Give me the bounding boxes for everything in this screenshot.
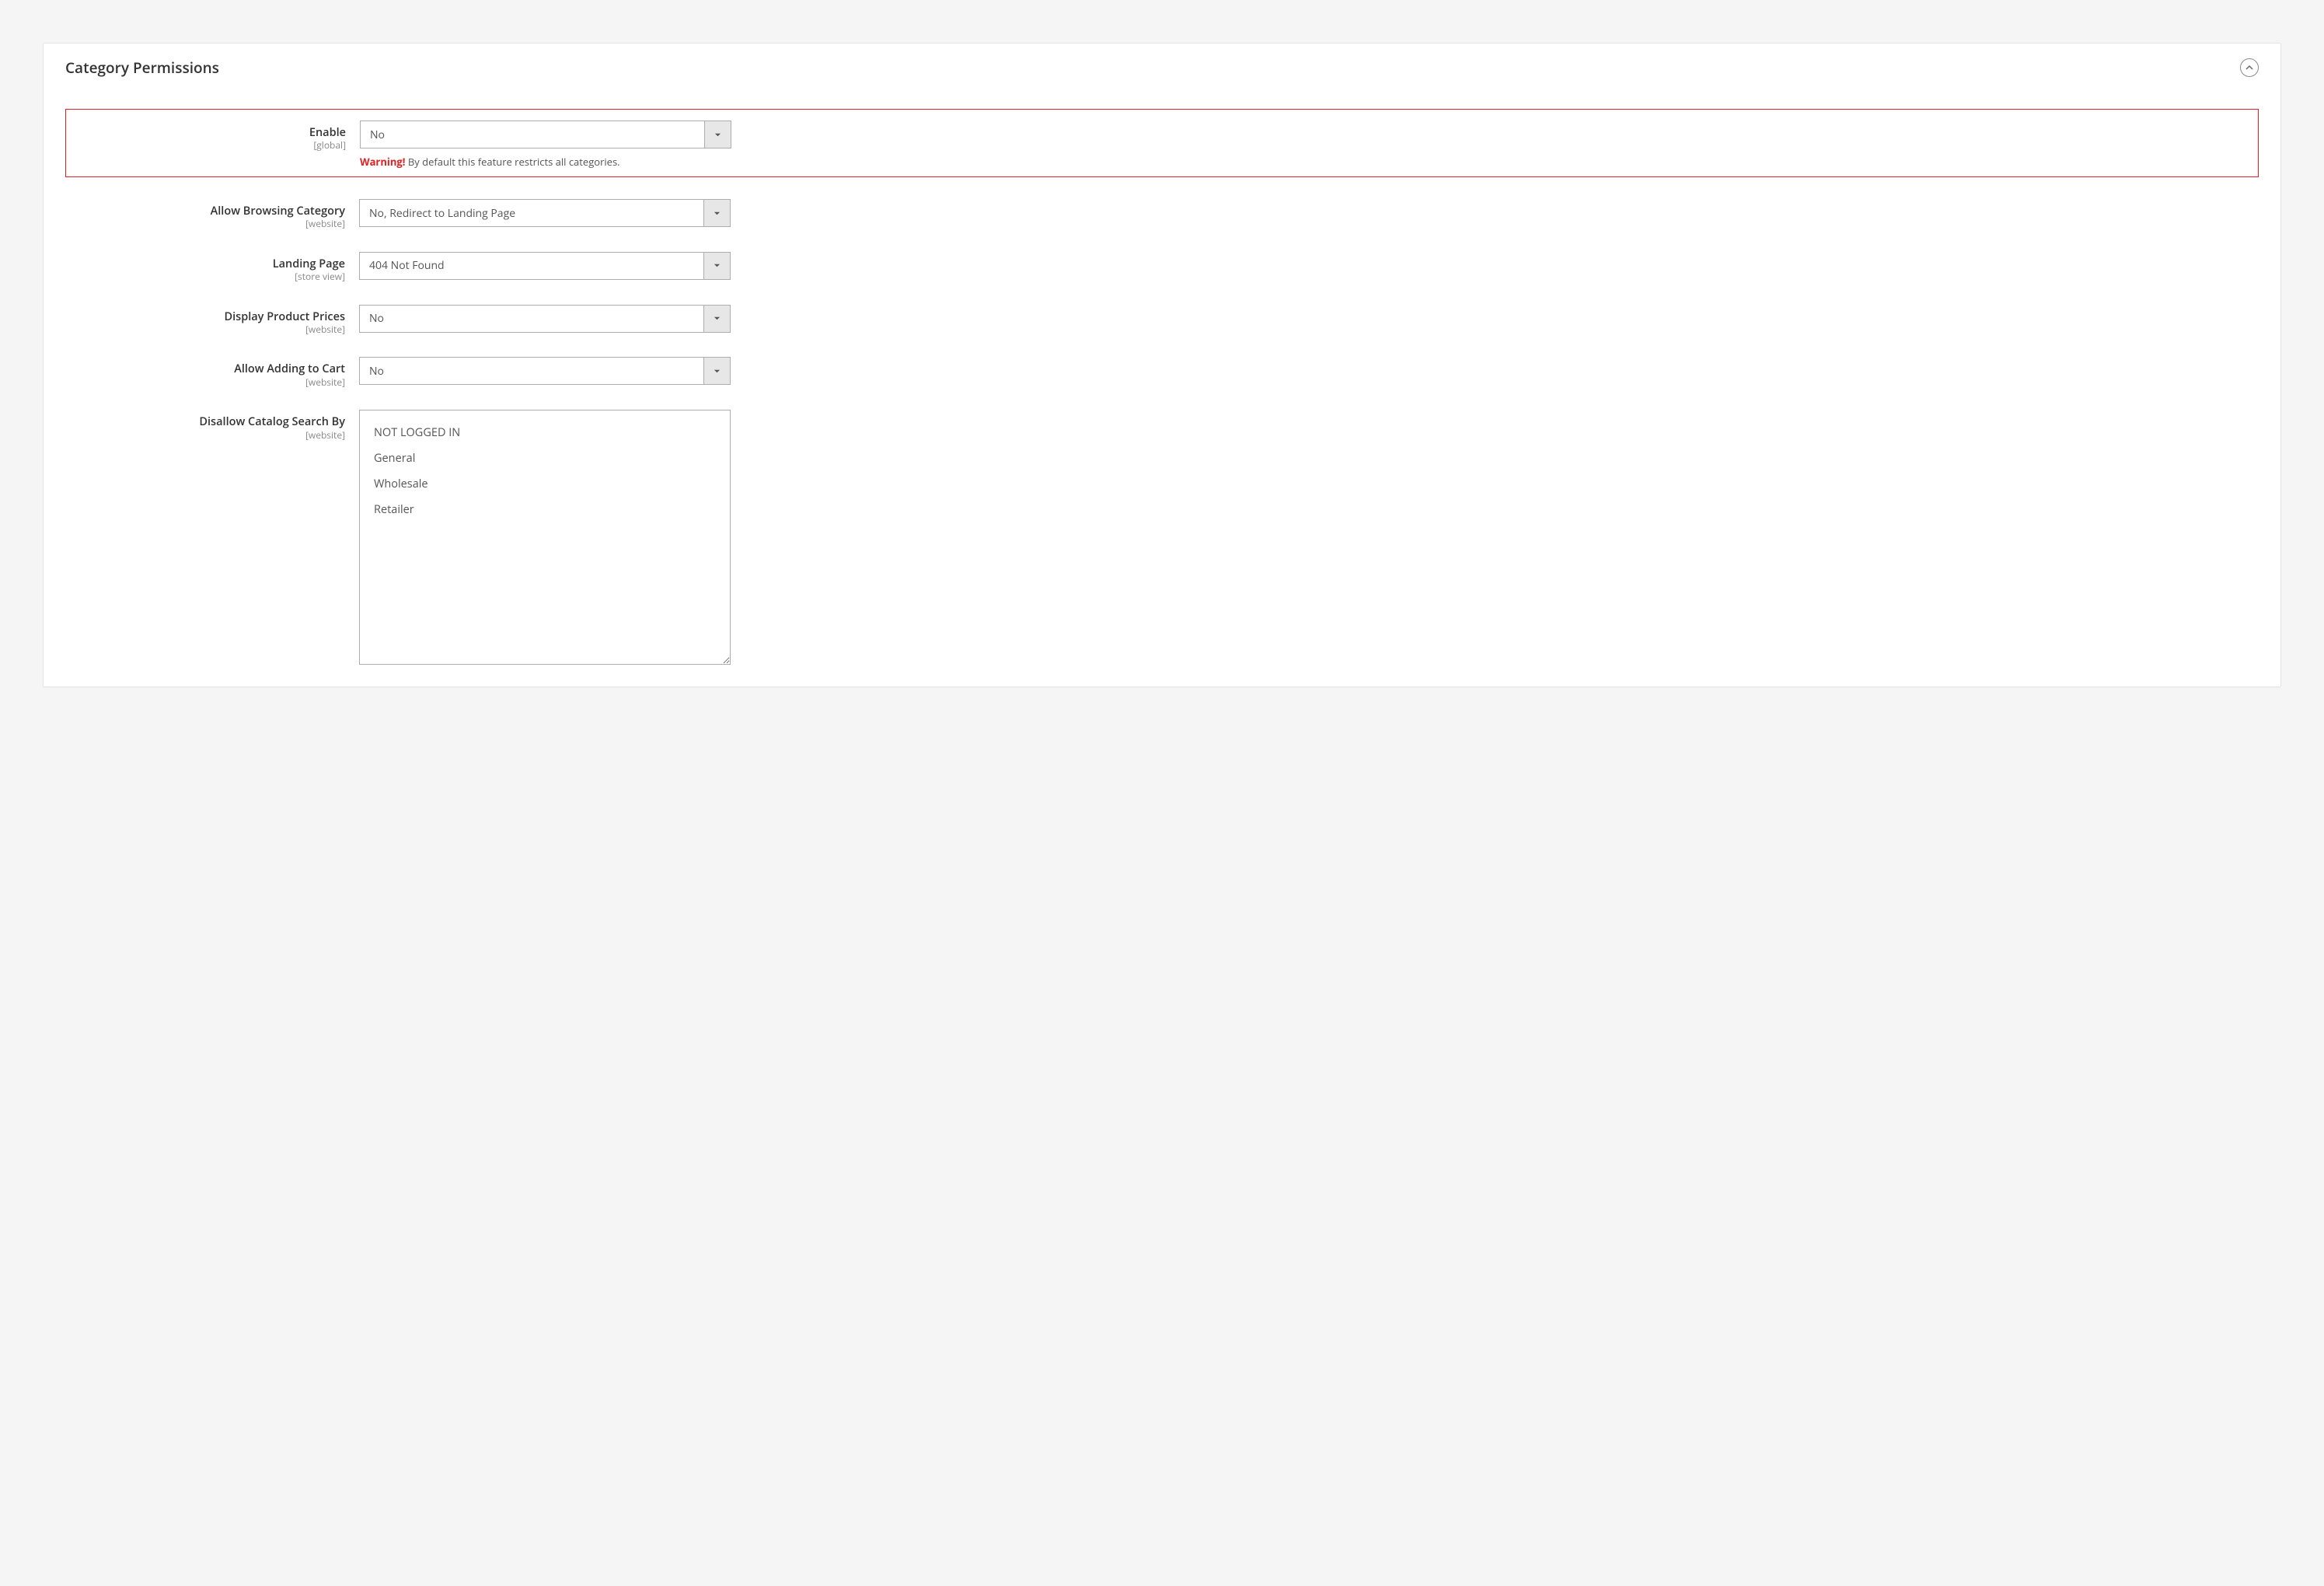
disallow-search-row: Disallow Catalog Search By [website] NOT… — [65, 410, 2259, 665]
display-prices-select[interactable]: No — [359, 305, 731, 333]
landing-page-label: Landing Page — [65, 257, 345, 271]
landing-page-select[interactable]: 404 Not Found — [359, 252, 731, 280]
disallow-search-control-col: NOT LOGGED IN General Wholesale Retailer — [359, 410, 731, 665]
multiselect-option[interactable]: Retailer — [374, 498, 716, 524]
allow-browsing-select-arrow — [703, 200, 730, 226]
panel-title: Category Permissions — [65, 58, 219, 78]
multiselect-option[interactable]: General — [374, 447, 716, 473]
allow-browsing-control-col: No, Redirect to Landing Page — [359, 199, 731, 227]
allow-add-cart-select-value: No — [360, 364, 703, 379]
allow-add-cart-select[interactable]: No — [359, 357, 731, 385]
enable-row-highlight: Enable [global] No Warning! By default t… — [65, 109, 2259, 177]
allow-add-cart-select-arrow — [703, 358, 730, 384]
category-permissions-panel: Category Permissions Enable [global] No … — [43, 43, 2281, 687]
display-prices-select-arrow — [703, 306, 730, 332]
allow-browsing-label: Allow Browsing Category — [65, 204, 345, 218]
display-prices-scope: [website] — [65, 324, 345, 335]
caret-down-icon — [714, 131, 721, 138]
disallow-search-label: Disallow Catalog Search By — [65, 415, 345, 428]
warning-label: Warning! — [360, 155, 405, 169]
collapse-button[interactable] — [2240, 58, 2259, 77]
allow-browsing-select-value: No, Redirect to Landing Page — [360, 206, 703, 221]
disallow-search-label-col: Disallow Catalog Search By [website] — [65, 410, 359, 441]
caret-down-icon — [714, 368, 721, 375]
display-prices-label: Display Product Prices — [65, 310, 345, 323]
chevron-up-icon — [2245, 64, 2253, 72]
enable-warning: Warning! By default this feature restric… — [360, 155, 731, 169]
allow-add-cart-control-col: No — [359, 357, 731, 385]
display-prices-select-value: No — [360, 311, 703, 326]
display-prices-row: Display Product Prices [website] No — [65, 305, 2259, 336]
caret-down-icon — [714, 262, 721, 269]
display-prices-label-col: Display Product Prices [website] — [65, 305, 359, 336]
landing-page-select-value: 404 Not Found — [360, 258, 703, 273]
multiselect-option[interactable]: Wholesale — [374, 473, 716, 498]
landing-page-select-arrow — [703, 253, 730, 279]
caret-down-icon — [714, 315, 721, 322]
enable-select[interactable]: No — [360, 121, 731, 148]
caret-down-icon — [714, 210, 721, 217]
allow-add-cart-row: Allow Adding to Cart [website] No — [65, 357, 2259, 388]
enable-scope: [global] — [66, 140, 346, 151]
enable-select-value: No — [361, 128, 704, 142]
allow-browsing-select[interactable]: No, Redirect to Landing Page — [359, 199, 731, 227]
enable-select-arrow — [704, 121, 731, 148]
landing-page-label-col: Landing Page [store view] — [65, 252, 359, 283]
allow-browsing-label-col: Allow Browsing Category [website] — [65, 199, 359, 230]
allow-add-cart-label-col: Allow Adding to Cart [website] — [65, 357, 359, 388]
allow-browsing-row: Allow Browsing Category [website] No, Re… — [65, 199, 2259, 230]
multiselect-option[interactable]: NOT LOGGED IN — [374, 421, 716, 447]
allow-add-cart-label: Allow Adding to Cart — [65, 362, 345, 376]
landing-page-control-col: 404 Not Found — [359, 252, 731, 280]
allow-browsing-scope: [website] — [65, 218, 345, 229]
form-body: Enable [global] No Warning! By default t… — [65, 109, 2259, 665]
disallow-search-scope: [website] — [65, 430, 345, 441]
warning-text: By default this feature restricts all ca… — [405, 155, 619, 169]
enable-label: Enable — [66, 126, 346, 139]
landing-page-scope: [store view] — [65, 271, 345, 282]
display-prices-control-col: No — [359, 305, 731, 333]
disallow-search-multiselect[interactable]: NOT LOGGED IN General Wholesale Retailer — [359, 410, 731, 665]
enable-label-col: Enable [global] — [66, 121, 360, 152]
allow-add-cart-scope: [website] — [65, 377, 345, 388]
panel-header: Category Permissions — [65, 58, 2259, 78]
enable-control-col: No Warning! By default this feature rest… — [360, 121, 731, 169]
landing-page-row: Landing Page [store view] 404 Not Found — [65, 252, 2259, 283]
